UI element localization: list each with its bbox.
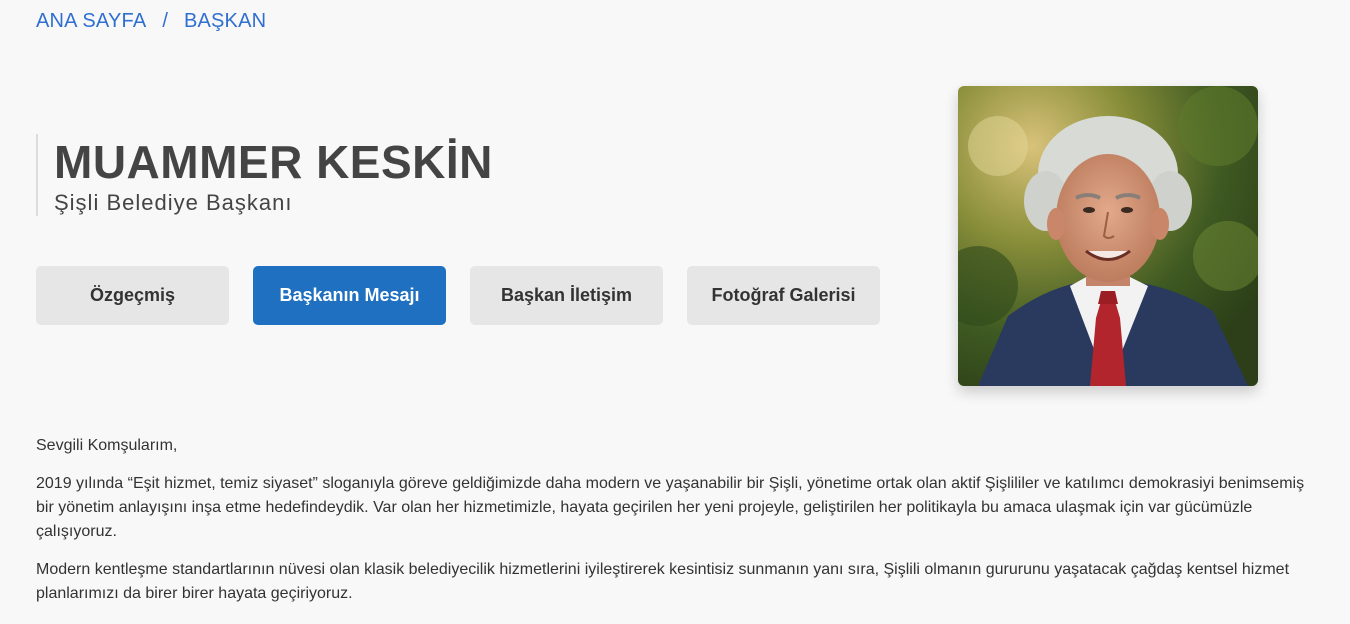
title-block: MUAMMER KESKİN Şişli Belediye Başkanı [36, 134, 493, 216]
tab-bar: Özgeçmiş Başkanın Mesajı Başkan İletişim… [36, 266, 880, 325]
breadcrumb-separator: / [162, 10, 168, 32]
page-subtitle: Şişli Belediye Başkanı [54, 190, 293, 215]
message-paragraph: Modern kentleşme standartlarının nüvesi … [36, 561, 1290, 602]
tab-ozgecmis[interactable]: Özgeçmiş [36, 266, 229, 325]
tab-baskan-iletisim[interactable]: Başkan İletişim [470, 266, 663, 325]
breadcrumb-current-link[interactable]: BAŞKAN [184, 10, 266, 33]
message-content: Sevgili Komşularım, 2019 yılında “Eşit h… [36, 434, 1316, 620]
breadcrumb-home-link[interactable]: ANA SAYFA [36, 10, 146, 33]
tab-baskanin-mesaji[interactable]: Başkanın Mesajı [253, 266, 446, 325]
message-greeting: Sevgili Komşularım, [36, 437, 178, 454]
tab-fotograf-galerisi[interactable]: Fotoğraf Galerisi [687, 266, 880, 325]
page: ANA SAYFA / BAŞKAN MUAMMER KESKİN Şişli … [0, 0, 1350, 624]
breadcrumb: ANA SAYFA / BAŞKAN [36, 10, 266, 33]
message-paragraph: 2019 yılında “Eşit hizmet, temiz siyaset… [36, 475, 1305, 540]
portrait-photo-icon [958, 86, 1258, 386]
page-title: MUAMMER KESKİN [54, 136, 493, 188]
portrait-photo [958, 86, 1258, 386]
